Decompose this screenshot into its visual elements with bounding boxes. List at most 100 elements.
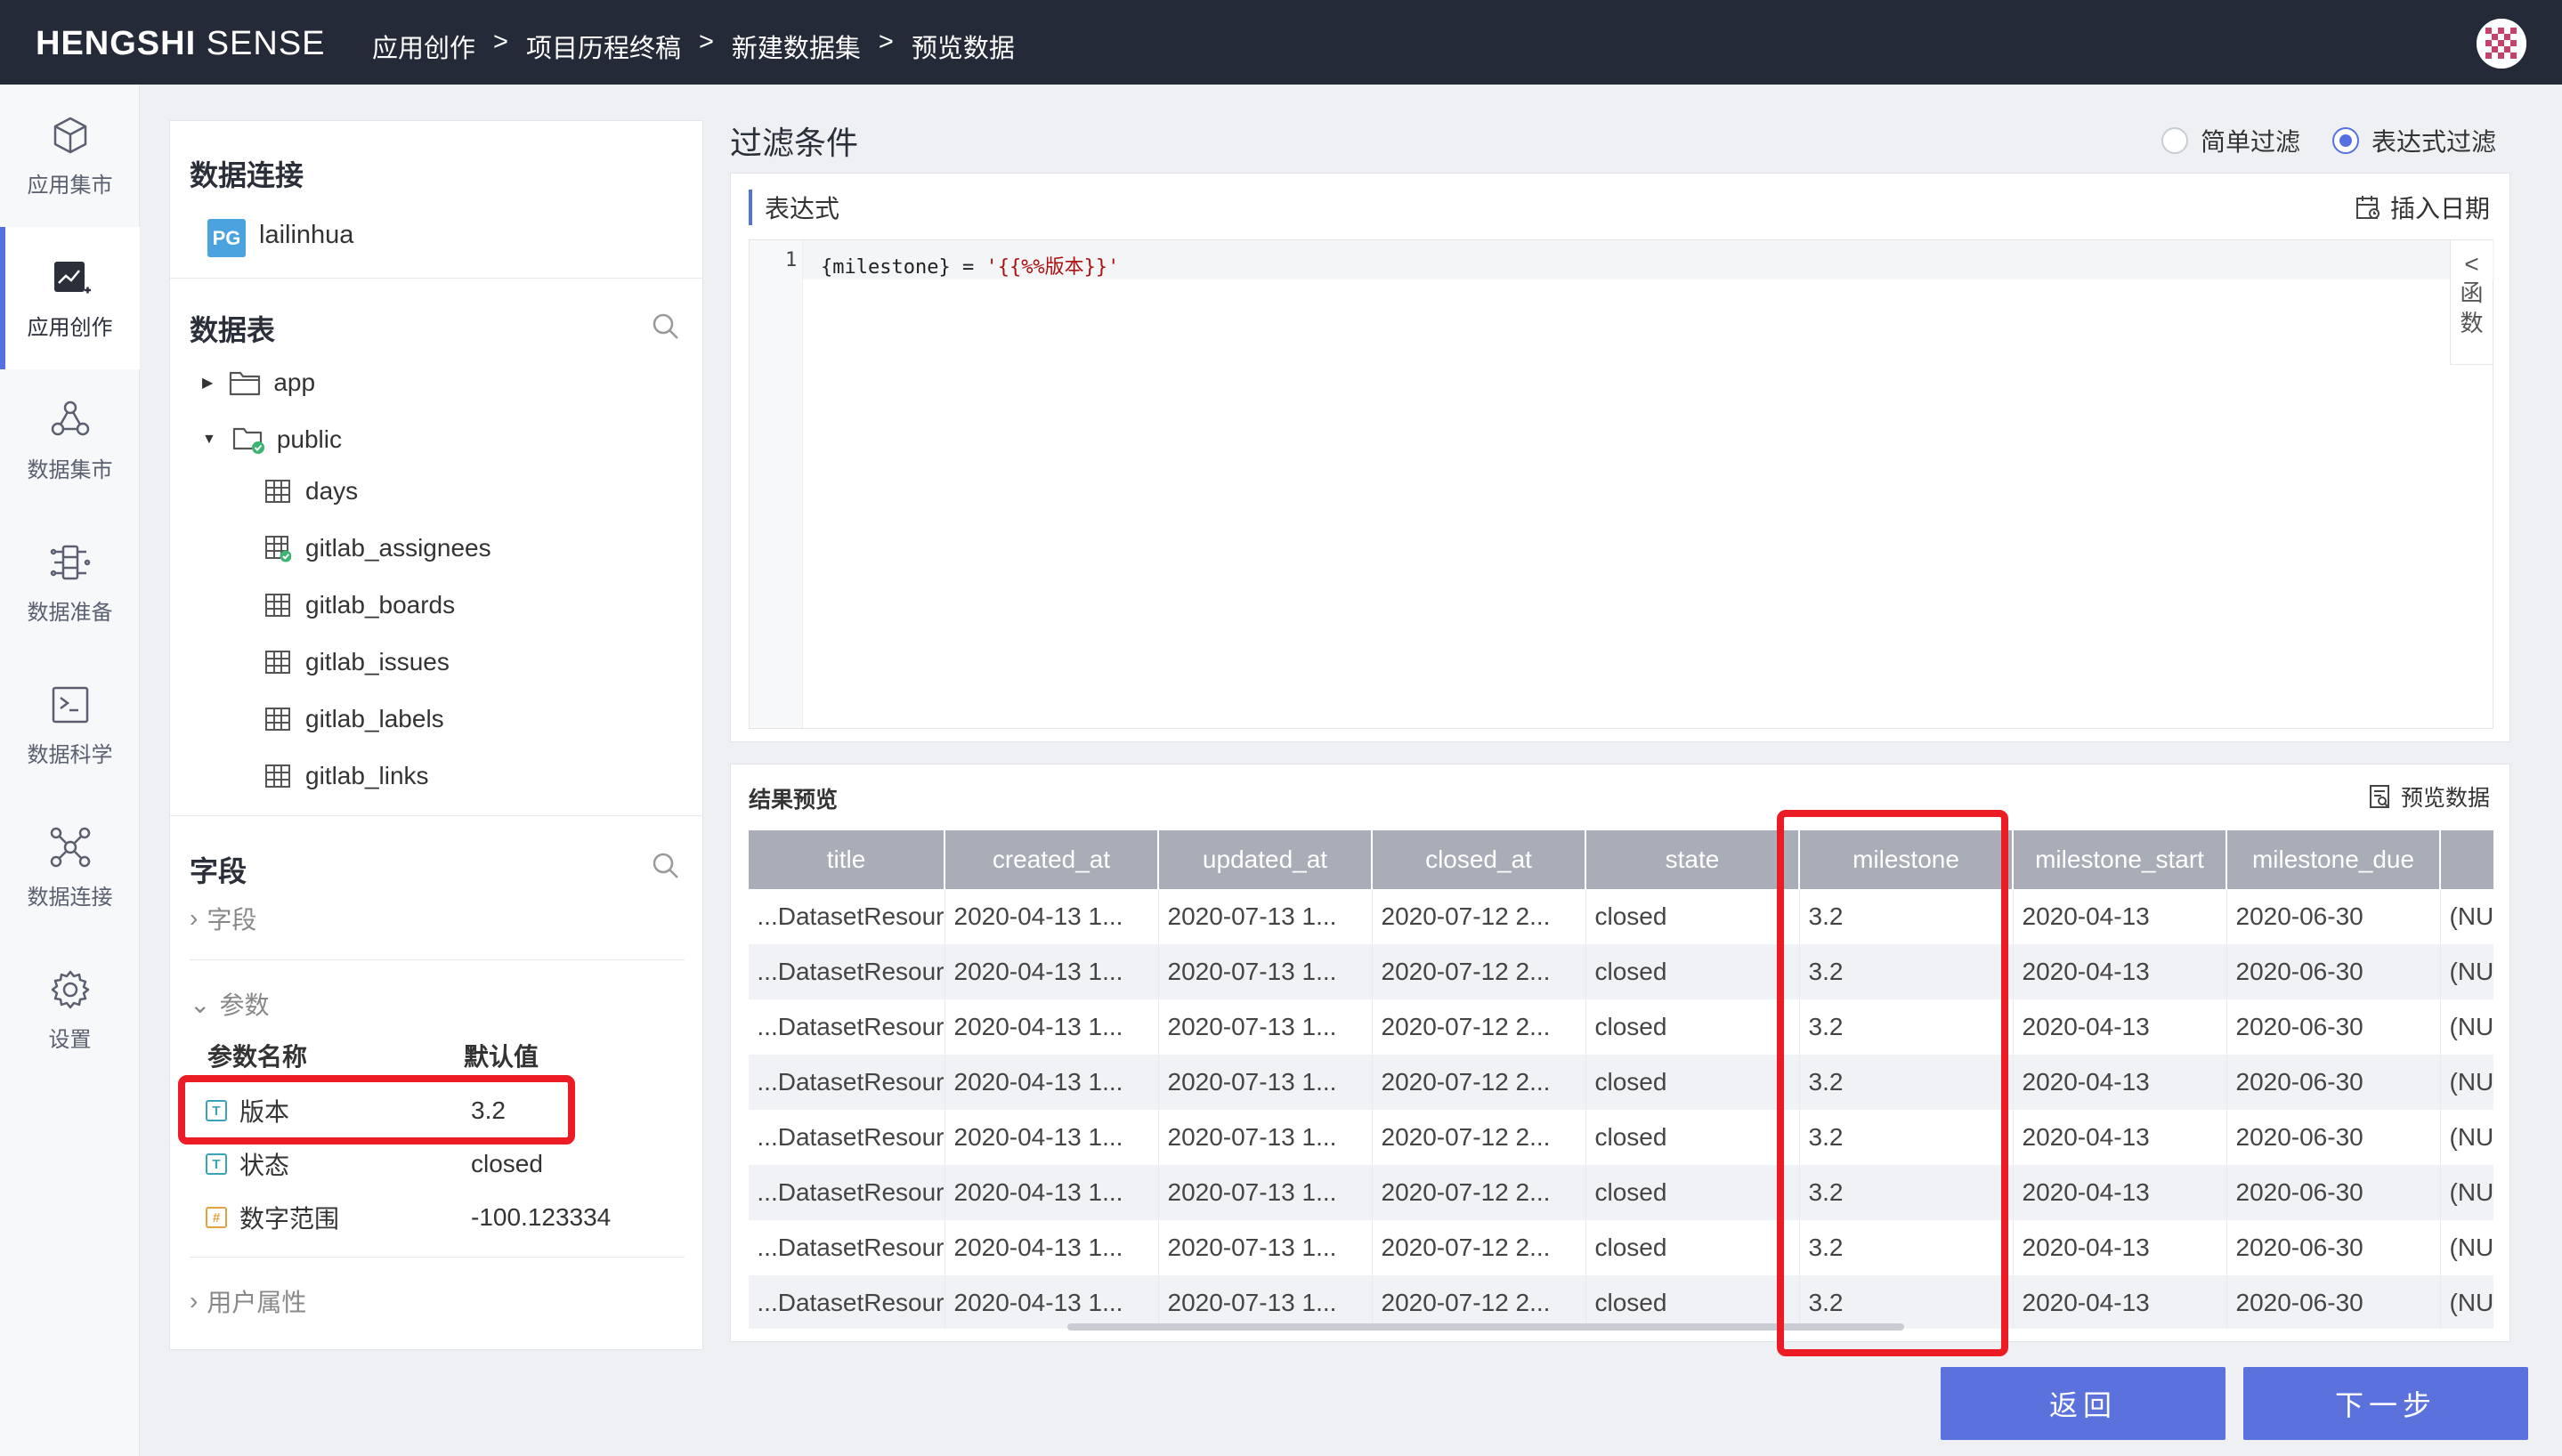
table-cell: 2020-07-13 1...	[1158, 1055, 1373, 1110]
user-avatar[interactable]	[2477, 19, 2526, 69]
table-item-days[interactable]: days	[264, 477, 358, 506]
param-name-header: 参数名称	[207, 1043, 308, 1071]
table-cell: 2020-04-13	[2013, 1220, 2227, 1275]
result-preview-panel: 结果预览 预览数据 title created_at updated_at cl…	[730, 764, 2510, 1342]
table-cell: 2020-06-30	[2226, 999, 2441, 1055]
folder-public[interactable]: ▼ public	[202, 425, 342, 454]
params-toggle[interactable]: ⌄ 参数	[190, 986, 269, 1022]
table-icon	[265, 480, 290, 503]
column-header[interactable]: title	[749, 830, 945, 889]
breadcrumb-separator: >	[878, 28, 894, 56]
table-icon	[265, 708, 290, 731]
terminal-icon	[52, 686, 88, 723]
radio-label: 表达式过滤	[2371, 128, 2497, 156]
table-cell: closed	[1585, 1220, 1800, 1275]
table-row[interactable]: DatasetResour... 2020-04-13 1... 2020-07-1…	[749, 1165, 2493, 1220]
nav-item-app-market[interactable]: 应用集市	[0, 85, 140, 227]
expression-panel: 表达式 插入日期 1 {milestone} = '{{%%版本}}' < 函 …	[730, 173, 2510, 742]
radio-simple-filter[interactable]: 简单过滤	[2161, 123, 2300, 158]
breadcrumb-item-app-create[interactable]: 应用创作	[372, 28, 475, 65]
chart-create-icon	[53, 261, 91, 293]
table-row[interactable]: DatasetResour... 2020-04-13 1... 2020-07-1…	[749, 1110, 2493, 1165]
folder-label: public	[276, 425, 343, 453]
table-cell: 2020-06-30	[2226, 944, 2441, 999]
table-cell: 2020-04-13 1...	[945, 1165, 1159, 1220]
param-row-status[interactable]: T 状态 closed	[190, 1141, 670, 1187]
preview-data-label: 预览数据	[2400, 786, 2490, 811]
table-cell: (NULL	[2440, 889, 2493, 944]
column-header[interactable]: updated_at	[1158, 830, 1373, 889]
table-cell: (NULL	[2440, 999, 2493, 1055]
insert-date-button[interactable]: 插入日期	[2355, 190, 2490, 225]
column-header[interactable]: is	[2440, 830, 2493, 889]
column-header[interactable]: milestone_due	[2226, 830, 2441, 889]
highlight-annotation-milestone-column	[1777, 810, 2008, 1356]
functions-tab-label: 数	[2460, 310, 2484, 336]
table-label: gitlab_issues	[305, 648, 450, 675]
search-icon[interactable]	[651, 851, 681, 881]
table-cell: 2020-07-13 1...	[1158, 889, 1373, 944]
column-header[interactable]: milestone_start	[2013, 830, 2227, 889]
breadcrumb-item-project[interactable]: 项目历程终稿	[526, 28, 681, 65]
table-cell: closed	[1585, 889, 1800, 944]
nav-item-dataset-market[interactable]: 数据集市	[0, 369, 140, 512]
gear-icon	[51, 970, 89, 1008]
table-row[interactable]: DatasetResour... 2020-04-13 1... 2020-07-1…	[749, 1220, 2493, 1275]
top-bar: HENGSHI SENSE 应用创作 > 项目历程终稿 > 新建数据集 > 预览…	[0, 0, 2562, 85]
table-cell: (NULL	[2440, 1275, 2493, 1329]
editor-gutter	[750, 240, 803, 728]
param-row-number-range[interactable]: # 数字范围 -100.123334	[190, 1194, 670, 1241]
table-icon	[265, 594, 290, 617]
breadcrumb-item-new-dataset[interactable]: 新建数据集	[732, 28, 861, 65]
column-header[interactable]: created_at	[945, 830, 1159, 889]
table-item-gitlab-boards[interactable]: gitlab_boards	[264, 591, 455, 619]
back-button[interactable]: 返回	[1941, 1367, 2226, 1440]
nav-item-app-create[interactable]: 应用创作	[0, 227, 140, 369]
result-preview-title: 结果预览	[749, 788, 839, 813]
table-row[interactable]: DatasetResour... 2020-04-13 1... 2020-07-1…	[749, 1055, 2493, 1110]
column-header[interactable]: closed_at	[1372, 830, 1586, 889]
table-cell: 2020-04-13	[2013, 999, 2227, 1055]
next-step-button[interactable]: 下一步	[2243, 1367, 2528, 1440]
table-cell: 2020-07-12 2...	[1372, 944, 1586, 999]
brand-logo[interactable]: HENGSHI SENSE	[36, 25, 326, 63]
preview-table[interactable]: title created_at updated_at closed_at st…	[749, 830, 2493, 1329]
folder-app[interactable]: ▶ app	[202, 368, 315, 397]
column-header[interactable]: state	[1585, 830, 1800, 889]
code-value: '{{%%版本}}'	[985, 256, 1120, 279]
user-attributes-toggle[interactable]: › 用户属性	[190, 1283, 306, 1319]
table-row[interactable]: DatasetResour... 2020-04-13 1... 2020-07-1…	[749, 944, 2493, 999]
table-row[interactable]: DatasetResour... 2020-04-13 1... 2020-07-1…	[749, 1275, 2493, 1329]
table-cell: 2020-07-12 2...	[1372, 1055, 1586, 1110]
table-cell: 2020-04-13 1...	[945, 1220, 1159, 1275]
table-item-gitlab-assignees[interactable]: gitlab_assignees	[264, 534, 491, 562]
table-item-gitlab-issues[interactable]: gitlab_issues	[264, 648, 450, 676]
table-cell: (NULL	[2440, 1220, 2493, 1275]
table-cell: 2020-04-13	[2013, 1275, 2227, 1329]
table-label: gitlab_links	[305, 762, 429, 789]
nav-item-settings[interactable]: 设置	[0, 939, 140, 1081]
functions-tab[interactable]: < 函 数	[2450, 240, 2493, 365]
expression-code[interactable]: {milestone} = '{{%%版本}}'	[821, 251, 1119, 279]
table-row[interactable]: DatasetResour... 2020-04-13 1... 2020-07-1…	[749, 889, 2493, 944]
expression-editor[interactable]: 1 {milestone} = '{{%%版本}}' < 函 数	[749, 239, 2494, 729]
table-cell: (NULL	[2440, 1110, 2493, 1165]
preview-data-button[interactable]: 预览数据	[2369, 781, 2490, 813]
table-row[interactable]: DatasetResour... 2020-04-13 1... 2020-07-1…	[749, 999, 2493, 1055]
highlight-annotation-param	[178, 1075, 575, 1145]
connection-name[interactable]: lailinhua	[259, 221, 353, 250]
table-item-gitlab-labels[interactable]: gitlab_labels	[264, 705, 444, 733]
functions-tab-label: 函	[2460, 279, 2484, 306]
search-icon[interactable]	[651, 311, 681, 342]
nav-item-data-prep[interactable]: 数据准备	[0, 512, 140, 654]
nav-item-data-science[interactable]: 数据科学	[0, 654, 140, 797]
fields-toggle[interactable]: › 字段	[190, 901, 256, 936]
nav-label: 应用集市	[27, 173, 113, 198]
fields-section-title: 字段	[190, 855, 247, 887]
source-panel: 数据连接 PG lailinhua 数据表 ▶ app ▼ public day…	[169, 120, 703, 1350]
table-item-gitlab-links[interactable]: gitlab_links	[264, 762, 429, 790]
table-cell: 2020-06-30	[2226, 889, 2441, 944]
divider	[170, 278, 702, 279]
radio-expression-filter[interactable]: 表达式过滤	[2332, 123, 2496, 158]
nav-item-data-connect[interactable]: 数据连接	[0, 797, 140, 939]
